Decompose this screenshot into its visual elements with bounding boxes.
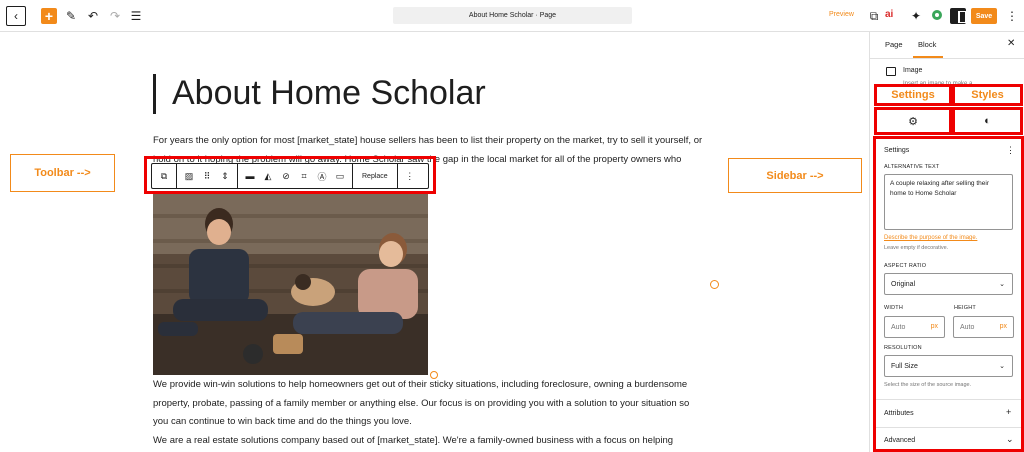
contrast-icon: ◐ bbox=[984, 115, 991, 127]
redo-icon: ↷ bbox=[109, 9, 121, 23]
settings-tab-button[interactable]: ⚙ bbox=[874, 107, 952, 135]
close-icon: ✕ bbox=[1007, 38, 1016, 49]
resolution-label: RESOLUTION bbox=[884, 345, 922, 351]
settings-panel-title: Settings bbox=[884, 147, 910, 154]
resize-handle-right[interactable] bbox=[710, 280, 719, 289]
chevron-down-icon[interactable]: ⌄ bbox=[1006, 434, 1014, 445]
gear-icon: ⚙ bbox=[908, 115, 918, 128]
alt-text-field[interactable]: A couple relaxing after selling their ho… bbox=[884, 174, 1013, 230]
height-input[interactable]: Auto px bbox=[953, 316, 1014, 338]
divider bbox=[876, 399, 1021, 400]
alt-text-label: ALTERNATIVE TEXT bbox=[884, 164, 940, 170]
toolbar-highlight-frame bbox=[144, 156, 436, 194]
tab-page[interactable]: Page bbox=[885, 40, 903, 49]
edit-pen-button[interactable]: ✎ bbox=[63, 8, 79, 24]
page-heading[interactable]: About Home Scholar bbox=[172, 74, 486, 113]
pin-icon: ✦ bbox=[910, 9, 922, 23]
toolbar-annotation: Toolbar --> bbox=[10, 154, 115, 192]
width-input[interactable]: Auto px bbox=[884, 316, 945, 338]
plugin-status-icon[interactable] bbox=[932, 10, 942, 20]
width-placeholder: Auto bbox=[891, 323, 906, 331]
divider bbox=[876, 427, 1021, 428]
pin-button[interactable]: ✦ bbox=[908, 8, 924, 24]
resolution-select[interactable]: Full Size ⌄ bbox=[884, 355, 1013, 377]
list-view-icon: ☰ bbox=[130, 9, 142, 23]
heading-cursor-bar bbox=[153, 74, 156, 114]
attributes-section-toggle[interactable]: Attributes bbox=[884, 410, 914, 417]
aspect-ratio-select[interactable]: Original ⌄ bbox=[884, 273, 1013, 295]
paragraph-solutions[interactable]: We provide win-win solutions to help hom… bbox=[153, 376, 703, 432]
tab-active-indicator bbox=[913, 56, 943, 58]
add-block-button[interactable]: + bbox=[41, 8, 57, 24]
tab-block[interactable]: Block bbox=[918, 40, 936, 49]
height-unit[interactable]: px bbox=[1000, 323, 1007, 330]
settings-panel: Settings ⋮ ALTERNATIVE TEXT A couple rel… bbox=[873, 136, 1024, 452]
external-link-icon: ⧉ bbox=[869, 8, 879, 23]
document-overview-button[interactable]: ☰ bbox=[128, 8, 144, 24]
image-icon bbox=[886, 67, 896, 76]
more-vertical-icon: ⋮ bbox=[1006, 145, 1015, 155]
more-vertical-icon: ⋮ bbox=[1006, 9, 1018, 23]
chevron-down-icon: ⌄ bbox=[999, 363, 1005, 370]
sidebar-tabs: Page Block ✕ bbox=[870, 32, 1024, 59]
paragraph-company[interactable]: We are a real estate solutions company b… bbox=[153, 432, 703, 451]
aspect-ratio-value: Original bbox=[891, 280, 916, 288]
width-unit[interactable]: px bbox=[931, 323, 938, 330]
width-label: WIDTH bbox=[884, 305, 904, 311]
view-page-button[interactable]: ⧉ bbox=[866, 8, 882, 24]
alt-text-help: Leave empty if decorative. bbox=[884, 245, 949, 251]
height-placeholder: Auto bbox=[960, 323, 975, 331]
editor-top-bar: ‹ + ✎ ↶ ↷ ☰ About Home Scholar · Page Pr… bbox=[0, 0, 1024, 32]
resolution-value: Full Size bbox=[891, 362, 918, 370]
settings-panel-toggle[interactable] bbox=[950, 8, 966, 24]
undo-icon: ↶ bbox=[87, 9, 99, 23]
pen-icon: ✎ bbox=[65, 9, 77, 23]
height-label: HEIGHT bbox=[954, 305, 976, 311]
styles-tab-button[interactable]: ◐ bbox=[952, 107, 1023, 135]
block-name: Image bbox=[903, 67, 923, 74]
settings-annotation: Settings bbox=[874, 84, 952, 106]
image-block-photo[interactable] bbox=[153, 194, 428, 375]
alt-text-help-link[interactable]: Describe the purpose of the image. bbox=[884, 235, 977, 241]
settings-sidebar: Page Block ✕ Image Insert an image to ma… bbox=[869, 32, 1024, 452]
save-button[interactable]: Save bbox=[971, 8, 997, 24]
plus-icon[interactable]: + bbox=[1006, 407, 1011, 417]
close-sidebar-button[interactable]: ✕ bbox=[1007, 38, 1015, 49]
sidebar-annotation: Sidebar --> bbox=[728, 158, 862, 193]
undo-button[interactable]: ↶ bbox=[85, 8, 101, 24]
plus-icon: + bbox=[44, 8, 54, 24]
options-menu-button[interactable]: ⋮ bbox=[1004, 8, 1020, 24]
advanced-section-toggle[interactable]: Advanced bbox=[884, 437, 915, 444]
styles-annotation: Styles bbox=[952, 84, 1023, 106]
ai-plugin-button[interactable]: ai bbox=[885, 9, 893, 20]
page-title-search[interactable]: About Home Scholar · Page bbox=[393, 7, 632, 24]
chevron-left-icon: ‹ bbox=[14, 9, 18, 23]
preview-button[interactable]: Preview bbox=[829, 11, 854, 18]
resolution-help: Select the size of the source image. bbox=[884, 382, 972, 388]
redo-button[interactable]: ↷ bbox=[107, 8, 123, 24]
aspect-ratio-label: ASPECT RATIO bbox=[884, 263, 927, 269]
settings-options-button[interactable]: ⋮ bbox=[1006, 145, 1015, 156]
chevron-down-icon: ⌄ bbox=[999, 281, 1005, 288]
back-button[interactable]: ‹ bbox=[6, 6, 26, 26]
